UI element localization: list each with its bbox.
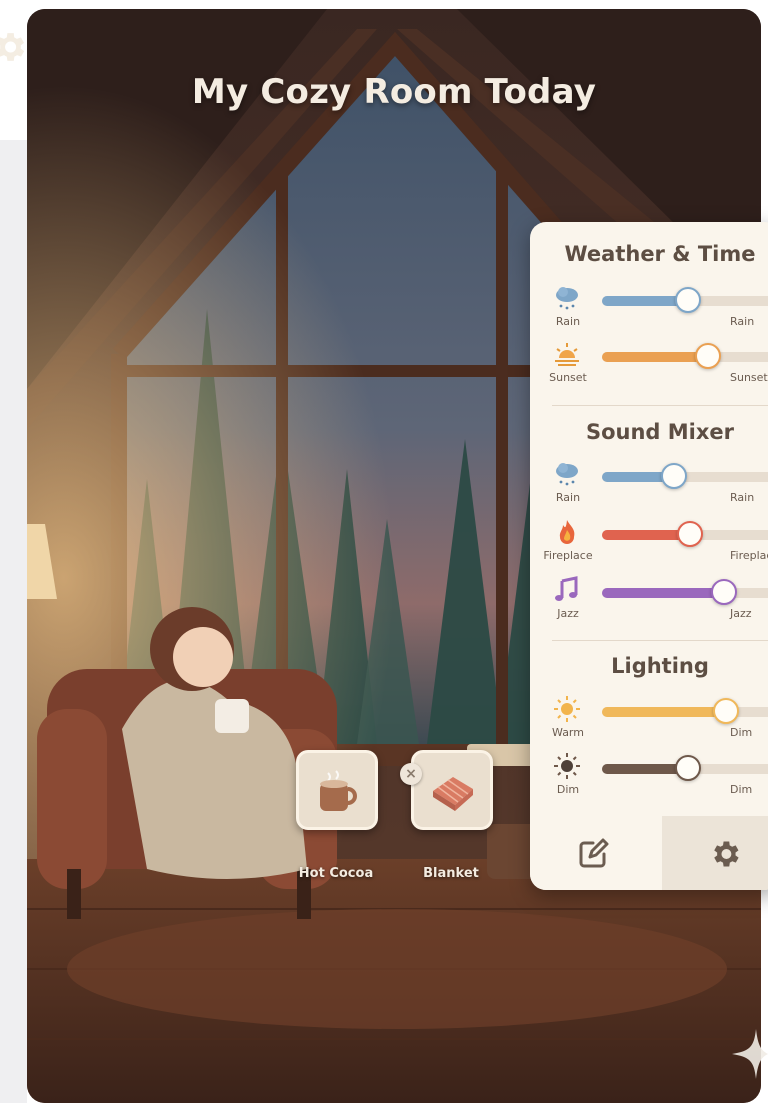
slider-knob[interactable] xyxy=(675,755,701,781)
slider-row-jazz: Jazz Jazz xyxy=(530,576,768,632)
item-card-hot-cocoa[interactable] xyxy=(296,750,378,830)
slider-knob[interactable] xyxy=(713,698,739,724)
control-panel: Weather & Time Rain Rain Sunset Sunset S… xyxy=(530,222,768,890)
slider-row-sunset: Sunset Sunset xyxy=(530,340,768,396)
blanket-icon xyxy=(433,777,473,811)
rain-cloud-icon xyxy=(550,460,584,488)
slider-row-weather-rain: Rain Rain xyxy=(530,284,768,340)
sparkle-icon[interactable] xyxy=(728,1027,768,1081)
sunset-icon xyxy=(550,340,584,368)
warm-light-slider[interactable] xyxy=(602,698,768,724)
section-title-weather-time: Weather & Time xyxy=(564,242,756,266)
slider-knob[interactable] xyxy=(695,343,721,369)
item-label-hot-cocoa: Hot Cocoa xyxy=(298,866,374,881)
slider-knob[interactable] xyxy=(675,287,701,313)
slider-row-sound-rain: Rain Rain xyxy=(530,460,768,516)
slider-row-warm: Warm Dim xyxy=(530,695,768,751)
sunset-slider[interactable] xyxy=(602,343,768,369)
mug-icon xyxy=(320,770,357,811)
edit-icon xyxy=(579,838,609,868)
dim-sun-icon xyxy=(550,752,584,780)
remove-item-button[interactable]: × xyxy=(400,763,422,785)
gear-icon xyxy=(714,841,739,867)
item-card-blanket[interactable] xyxy=(411,750,493,830)
section-title-sound-mixer: Sound Mixer xyxy=(585,420,735,444)
slider-knob[interactable] xyxy=(661,463,687,489)
section-divider xyxy=(552,640,768,641)
side-panel xyxy=(0,140,27,1103)
rain-cloud-icon xyxy=(550,284,584,312)
item-label-blanket: Blanket xyxy=(423,866,479,881)
music-note-icon xyxy=(550,576,584,604)
settings-gear-icon[interactable] xyxy=(0,28,34,62)
section-title-lighting: Lighting xyxy=(611,654,709,678)
fire-icon xyxy=(550,518,584,546)
slider-knob[interactable] xyxy=(677,521,703,547)
dim-light-slider[interactable] xyxy=(602,755,768,781)
sun-icon xyxy=(550,695,584,723)
fireplace-volume-slider[interactable] xyxy=(602,521,768,547)
tab-settings[interactable] xyxy=(662,816,768,890)
slider-row-dim: Dim Dim xyxy=(530,752,768,808)
rain-weather-slider[interactable] xyxy=(602,287,768,313)
panel-tab-bar xyxy=(530,816,768,890)
page-title: My Cozy Room Today xyxy=(191,72,597,112)
jazz-volume-slider[interactable] xyxy=(602,579,768,605)
rain-volume-slider[interactable] xyxy=(602,463,768,489)
section-divider xyxy=(552,405,768,406)
slider-row-fireplace: Fireplace Fireplace xyxy=(530,518,768,574)
tab-edit[interactable] xyxy=(530,816,662,890)
slider-knob[interactable] xyxy=(711,579,737,605)
